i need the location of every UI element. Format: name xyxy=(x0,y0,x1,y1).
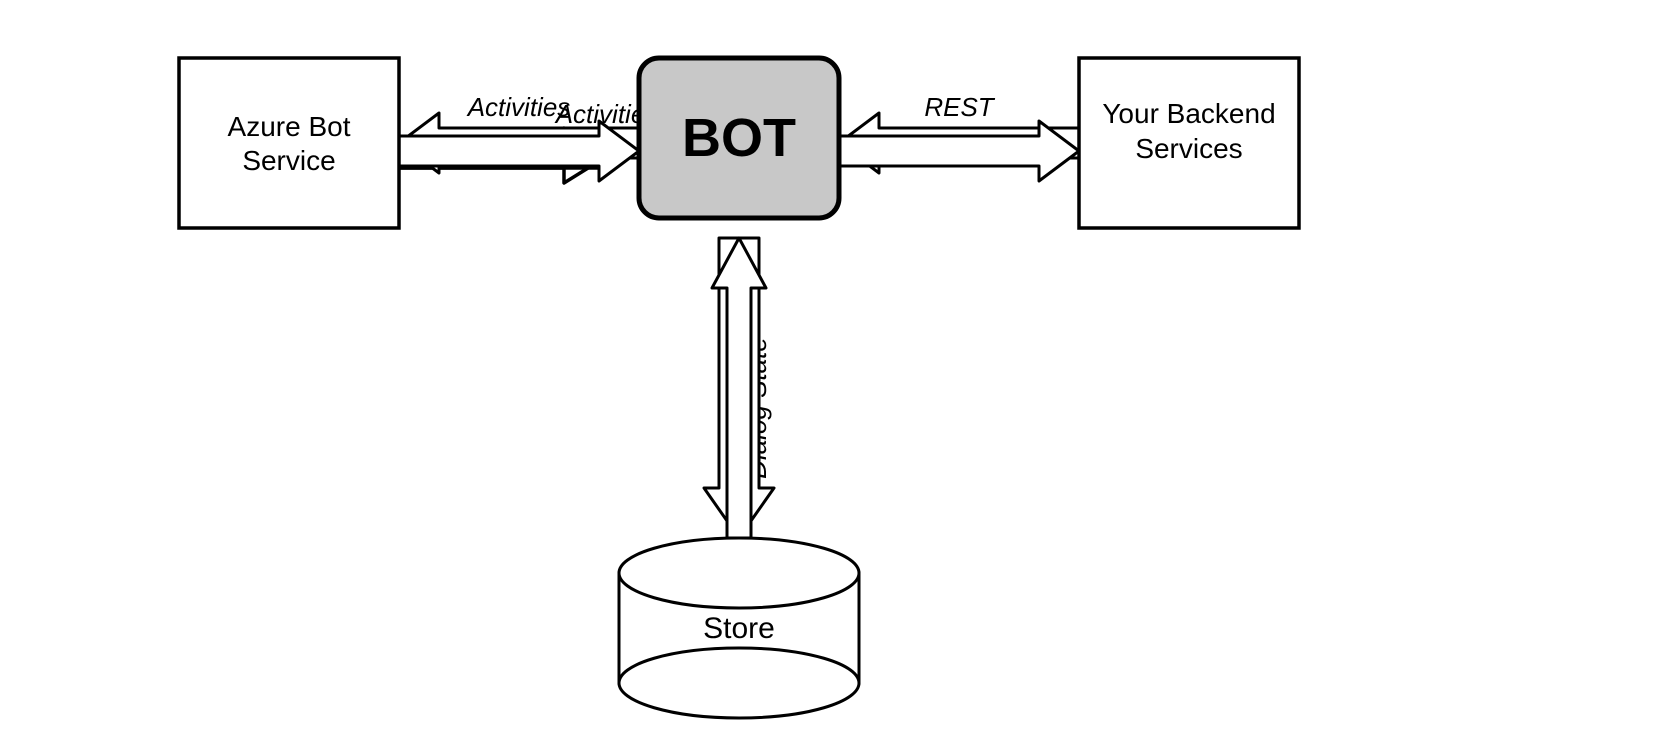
activities-label-svg: Activities xyxy=(466,92,571,122)
bot-text: BOT xyxy=(682,108,796,168)
backend-text-line2: Services xyxy=(1135,133,1242,164)
store-cylinder-top xyxy=(619,538,859,608)
rest-label-svg: REST xyxy=(924,92,995,122)
backend-text-line1: Your Backend xyxy=(1102,98,1275,129)
store-cylinder-bottom xyxy=(619,648,859,718)
architecture-diagram: Azure Bot Service Activities BOT REST xyxy=(129,28,1529,708)
azure-text-line2: Service xyxy=(242,145,335,176)
azure-text-line1: Azure Bot xyxy=(228,111,351,142)
azure-box-rect xyxy=(179,58,399,228)
diagram-svg: Activities Activities REST Dialog State xyxy=(129,28,1529,708)
store-text-label: Store xyxy=(703,612,775,645)
